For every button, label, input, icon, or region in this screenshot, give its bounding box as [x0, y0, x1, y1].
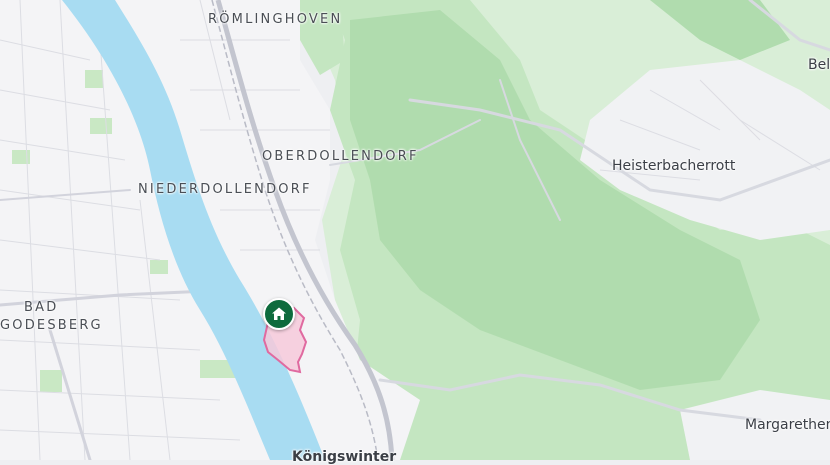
map-canvas[interactable]: [0, 0, 830, 460]
location-marker[interactable]: [263, 298, 295, 330]
place-label-heisterbacherrott: Heisterbacherrott: [612, 158, 736, 174]
park: [90, 118, 112, 134]
place-label-romlinghoven: RÖMLINGHOVEN: [208, 12, 343, 27]
home-icon: [271, 306, 287, 322]
place-label-niederdollendorf: NIEDERDOLLENDORF: [138, 182, 312, 197]
place-label-oberdollendorf: OBERDOLLENDORF: [262, 149, 419, 164]
park: [85, 70, 103, 88]
place-label-koenigswinter: Königswinter: [292, 449, 397, 465]
place-label-godesberg: GODESBERG: [0, 318, 103, 333]
park: [40, 370, 62, 392]
park: [150, 260, 168, 274]
place-label-margarethen: Margarethen: [745, 417, 830, 433]
place-label-bel: Bel: [808, 57, 830, 73]
place-label-bad: BAD: [24, 300, 59, 315]
